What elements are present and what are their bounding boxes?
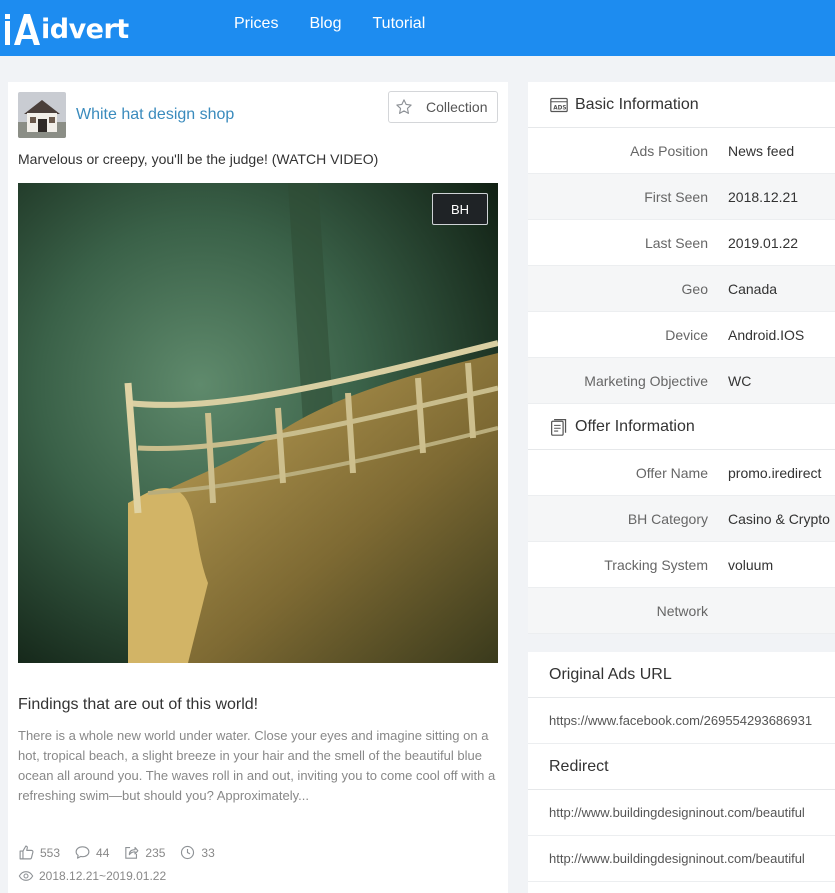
info-value: WC [728,372,752,389]
shares-stat: 235 [123,844,165,861]
info-label: Device [665,326,708,343]
comments-count: 44 [96,845,110,860]
info-row-bh-category: BH Category Casino & Crypto [528,496,835,542]
shop-name-link[interactable]: White hat design shop [76,106,234,124]
info-row-device: Device Android.IOS [528,312,835,358]
ad-media-image[interactable] [18,183,498,663]
info-label: Marketing Objective [584,372,708,389]
date-range-text: 2018.12.21~2019.01.22 [39,869,167,883]
ad-info-icon: ADS [550,97,568,112]
info-row-ads-position: Ads Position News feed [528,128,835,174]
info-row-network: Network [528,588,835,634]
bh-badge: BH [432,193,488,225]
url-panel: Original Ads URL https://www.facebook.co… [528,652,835,893]
info-label: Network [656,602,708,619]
engagement-stats: 553 44 235 33 [18,844,229,861]
info-label: Last Seen [644,234,708,251]
date-range: 2018.12.21~2019.01.22 [18,868,166,884]
star-icon [396,99,412,114]
likes-stat: 553 [18,844,60,861]
offer-info-title: Offer Information [575,417,695,435]
shop-avatar[interactable] [18,92,66,138]
likes-count: 553 [40,845,61,860]
svg-text:ADS: ADS [553,105,566,111]
nav-blog[interactable]: Blog [309,14,341,34]
logo-text: idvert [41,14,129,45]
ad-title: Marvelous or creepy, you'll be the judge… [18,151,379,167]
redirect-header: Redirect [528,744,835,790]
info-row-marketing-objective: Marketing Objective WC [528,358,835,404]
info-row-geo: Geo Canada [528,266,835,312]
basic-info-header: ADS Basic Information [528,82,835,128]
redirect-url-link[interactable]: http://www.buildingdesigninout.com/beaut… [528,836,835,882]
comment-icon [75,846,90,859]
views-count: 33 [201,845,215,860]
ad-body-text: There is a whole new world under water. … [18,728,496,803]
main-nav: Prices Blog Tutorial [234,14,456,34]
info-label: Geo [681,280,708,297]
site-logo[interactable]: idvert [4,8,129,46]
info-value: News feed [728,142,795,159]
info-value: voluum [728,556,774,573]
duration-stat: 33 [179,844,215,861]
collection-label: Collection [426,99,488,115]
shares-count: 235 [145,845,166,860]
info-label: First Seen [644,188,708,205]
info-value: Android.IOS [728,326,805,343]
ad-card: White hat design shop Collection Marvelo… [8,82,508,893]
nav-tutorial[interactable]: Tutorial [372,14,425,34]
info-row-offer-name: Offer Name promo.iredirect [528,450,835,496]
original-url-header: Original Ads URL [528,652,835,698]
info-label: Ads Position [630,142,708,159]
info-value: promo.iredirect [728,464,822,481]
info-value: Canada [728,280,778,297]
thumbs-up-icon [19,845,34,860]
original-url-link[interactable]: https://www.facebook.com/269554293686931 [528,698,835,744]
offer-document-icon [551,418,567,436]
info-row-last-seen: Last Seen 2019.01.22 [528,220,835,266]
clock-icon [181,845,195,860]
info-row-first-seen: First Seen 2018.12.21 [528,174,835,220]
top-navigation-bar: idvert Prices Blog Tutorial [0,0,835,56]
offer-info-header: Offer Information [528,404,835,450]
basic-info-title: Basic Information [575,95,699,113]
info-panel: ADS Basic Information Ads Position News … [528,82,835,634]
info-label: Tracking System [604,556,708,573]
ad-headline: Findings that are out of this world! [18,696,259,713]
info-value: Casino & Crypto [728,510,830,527]
info-value: 2018.12.21 [728,188,799,205]
comments-stat: 44 [74,844,109,861]
logo-mark-icon [4,10,40,46]
redirect-url-link[interactable]: http://www.buildingdesigninout.com/beaut… [528,790,835,836]
collection-button[interactable]: Collection [388,91,498,123]
eye-icon [18,871,34,881]
share-icon [125,846,139,859]
info-row-tracking-system: Tracking System voluum [528,542,835,588]
info-label: BH Category [627,510,708,527]
info-label: Offer Name [635,464,708,481]
info-value: 2019.01.22 [728,234,799,251]
nav-prices[interactable]: Prices [234,14,278,34]
